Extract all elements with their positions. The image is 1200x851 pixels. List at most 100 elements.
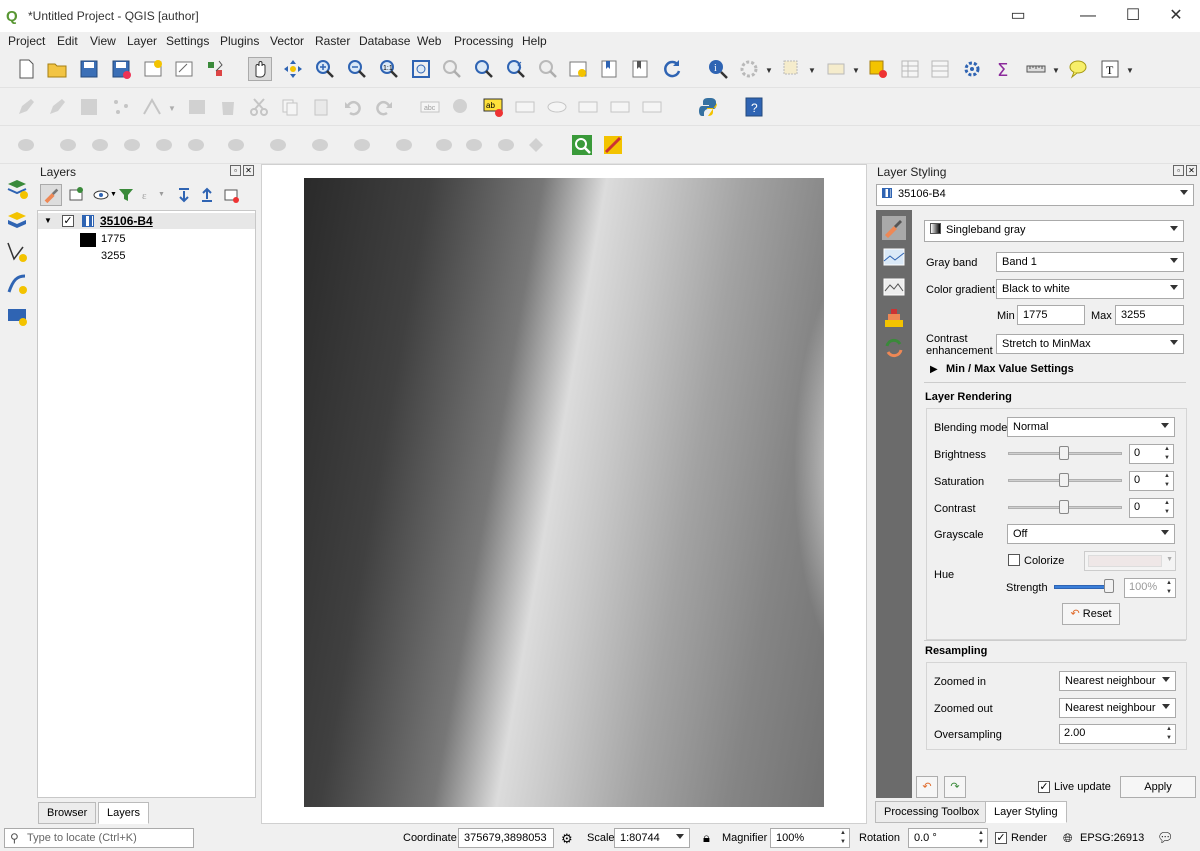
spin-up-icon[interactable]: ▲ bbox=[1161, 499, 1173, 508]
merge-features-icon[interactable] bbox=[494, 133, 518, 157]
strength-input[interactable]: 100% ▲ ▼ bbox=[1124, 578, 1176, 598]
zoom-native-icon[interactable]: 1:1 bbox=[377, 57, 401, 81]
diagram-options-icon[interactable] bbox=[449, 95, 473, 119]
spin-up-icon[interactable]: ▲ bbox=[837, 829, 849, 838]
remove-layer-icon[interactable] bbox=[222, 186, 240, 204]
grayscale-select[interactable]: Off bbox=[1007, 524, 1175, 544]
layer-select[interactable]: 35106-B4 bbox=[876, 184, 1194, 206]
style-manager-icon[interactable] bbox=[203, 57, 227, 81]
colorize-color-button[interactable]: ▼ bbox=[1084, 551, 1176, 571]
modify-attributes-icon[interactable] bbox=[185, 95, 209, 119]
add-delimited-icon[interactable] bbox=[5, 272, 29, 296]
rotate-label-icon[interactable] bbox=[608, 95, 632, 119]
move-feature-icon[interactable] bbox=[56, 133, 80, 157]
pin-labels-icon[interactable] bbox=[513, 95, 537, 119]
chevron-down-icon[interactable]: ▼ bbox=[765, 66, 773, 75]
zoom-last-icon[interactable] bbox=[504, 57, 528, 81]
menu-web[interactable]: Web bbox=[417, 34, 441, 48]
manage-visibility-icon[interactable] bbox=[92, 186, 110, 204]
new-map-view-icon[interactable] bbox=[566, 57, 590, 81]
vertex-tool-icon[interactable] bbox=[140, 95, 164, 119]
add-feature-icon[interactable] bbox=[109, 95, 133, 119]
chevron-down-icon[interactable]: ▼ bbox=[158, 191, 165, 198]
spin-up-icon[interactable]: ▲ bbox=[1161, 445, 1173, 454]
saturation-input[interactable]: 0 ▲ ▼ bbox=[1129, 471, 1174, 491]
rotation-input[interactable]: 0.0 ° ▲ ▼ bbox=[908, 828, 988, 848]
collapse-all-icon[interactable] bbox=[198, 186, 216, 204]
float-panel-icon[interactable]: ▫ bbox=[1173, 165, 1184, 176]
crs-label[interactable]: EPSG:26913 bbox=[1080, 832, 1144, 844]
menu-project[interactable]: Project bbox=[8, 34, 45, 48]
brightness-slider-handle[interactable] bbox=[1059, 446, 1069, 460]
save-as-icon[interactable] bbox=[109, 57, 133, 81]
renderer-select[interactable]: Singleband gray bbox=[924, 220, 1184, 242]
locator-input[interactable]: ⚲ Type to locate (Ctrl+K) bbox=[4, 828, 194, 848]
menu-layer[interactable]: Layer bbox=[127, 34, 157, 48]
statistics-icon[interactable]: Σ bbox=[992, 57, 1016, 81]
add-layer-icon[interactable] bbox=[5, 176, 29, 200]
zoom-out-icon[interactable] bbox=[345, 57, 369, 81]
zoom-full-icon[interactable] bbox=[409, 57, 433, 81]
split-parts-icon[interactable] bbox=[462, 133, 486, 157]
magnifier-input[interactable]: 100% ▲ ▼ bbox=[770, 828, 850, 848]
close-panel-icon[interactable]: ✕ bbox=[243, 165, 254, 176]
chevron-down-icon[interactable]: ▼ bbox=[110, 191, 117, 198]
tab-layers[interactable]: Layers bbox=[98, 802, 150, 824]
simplify-feature-icon[interactable] bbox=[120, 133, 144, 157]
advanced-digitize-icon[interactable] bbox=[14, 133, 38, 157]
menu-plugins[interactable]: Plugins bbox=[220, 34, 259, 48]
zoom-next-icon[interactable] bbox=[536, 57, 560, 81]
chevron-down-icon[interactable]: ▼ bbox=[1126, 66, 1134, 75]
lock-icon[interactable]: 🔒︎ bbox=[703, 830, 710, 846]
close-button[interactable]: ✕ bbox=[1166, 6, 1186, 26]
color-gradient-select[interactable]: Black to white bbox=[996, 279, 1184, 299]
layout-manager-icon[interactable] bbox=[172, 57, 196, 81]
refresh-icon[interactable] bbox=[660, 57, 684, 81]
add-vector-icon[interactable] bbox=[5, 240, 29, 264]
show-bookmarks-icon[interactable] bbox=[628, 57, 652, 81]
blending-mode-select[interactable]: Normal bbox=[1007, 417, 1175, 437]
spin-down-icon[interactable]: ▼ bbox=[1163, 734, 1175, 743]
run-feature-action-icon[interactable] bbox=[737, 57, 761, 81]
menu-raster[interactable]: Raster bbox=[315, 34, 350, 48]
save-project-icon[interactable] bbox=[77, 57, 101, 81]
python-console-icon[interactable] bbox=[696, 95, 720, 119]
new-project-icon[interactable] bbox=[14, 57, 38, 81]
map-tips-icon[interactable] bbox=[1066, 57, 1090, 81]
menu-processing[interactable]: Processing bbox=[454, 34, 513, 48]
merge-attributes-icon[interactable] bbox=[524, 133, 548, 157]
zoomed-in-select[interactable]: Nearest neighbour bbox=[1059, 671, 1176, 691]
undo-icon[interactable] bbox=[341, 95, 365, 119]
gray-band-select[interactable]: Band 1 bbox=[996, 252, 1184, 272]
add-spatialite-icon[interactable] bbox=[5, 304, 29, 328]
maximize-button[interactable]: ☐ bbox=[1123, 6, 1143, 26]
render-checkbox[interactable]: ✓ bbox=[995, 832, 1007, 844]
undo-style-button[interactable]: ↶ bbox=[916, 776, 938, 798]
window-extra-button[interactable]: ▭ bbox=[1008, 6, 1028, 26]
colorize-checkbox[interactable] bbox=[1008, 554, 1020, 566]
redo-icon[interactable] bbox=[372, 95, 396, 119]
field-calculator-icon[interactable] bbox=[928, 57, 952, 81]
identify-icon[interactable]: i bbox=[706, 57, 730, 81]
oversampling-input[interactable]: 2.00 ▲ ▼ bbox=[1059, 724, 1176, 744]
expand-arrow-icon[interactable]: ▼ bbox=[44, 216, 52, 225]
spin-up-icon[interactable]: ▲ bbox=[1163, 725, 1175, 734]
contrast-input[interactable]: 0 ▲ ▼ bbox=[1129, 498, 1174, 518]
spin-up-icon[interactable]: ▲ bbox=[975, 829, 987, 838]
chevron-down-icon[interactable]: ▼ bbox=[1052, 66, 1060, 75]
reshape-features-icon[interactable] bbox=[350, 133, 374, 157]
history-tab-icon[interactable] bbox=[882, 336, 906, 360]
fill-ring-icon[interactable] bbox=[224, 133, 248, 157]
menu-edit[interactable]: Edit bbox=[57, 34, 78, 48]
measure-icon[interactable] bbox=[1024, 57, 1048, 81]
help-contents-icon[interactable]: ? bbox=[742, 95, 766, 119]
coordinate-field[interactable]: 375679,3898053 bbox=[458, 828, 554, 848]
tab-browser[interactable]: Browser bbox=[38, 802, 97, 824]
new-print-layout-icon[interactable] bbox=[141, 57, 165, 81]
minmax-settings-header[interactable]: Min / Max Value Settings bbox=[946, 363, 1074, 375]
deselect-all-icon[interactable] bbox=[866, 57, 890, 81]
chevron-down-icon[interactable]: ▼ bbox=[808, 66, 816, 75]
select-features-icon[interactable] bbox=[780, 57, 804, 81]
pan-to-selection-icon[interactable] bbox=[281, 57, 305, 81]
menu-view[interactable]: View bbox=[90, 34, 116, 48]
